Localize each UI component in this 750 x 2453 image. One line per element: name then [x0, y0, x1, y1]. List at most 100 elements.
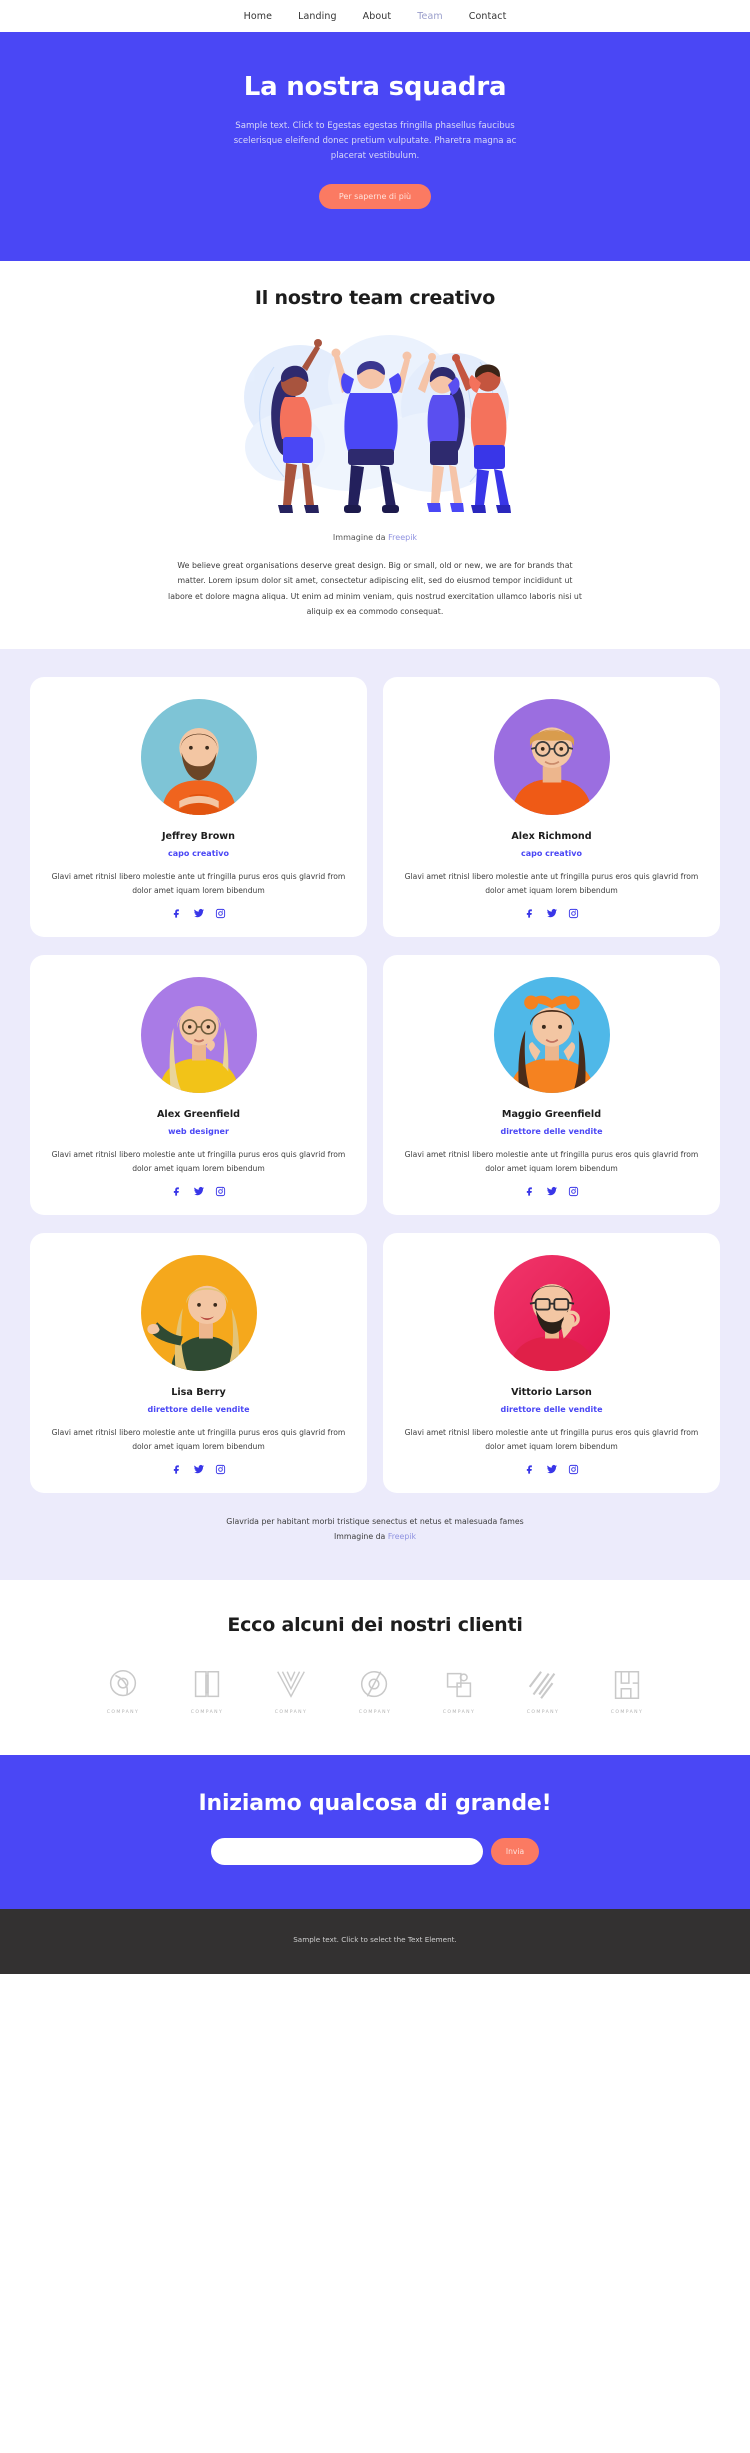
member-role: direttore delle vendite: [147, 1405, 250, 1415]
client-logo[interactable]: COMPANY: [260, 1666, 322, 1715]
team-footnote-credit-prefix: Immagine da: [334, 1531, 388, 1541]
social-links: [401, 1464, 702, 1475]
wave-icon: [277, 1671, 305, 1698]
avatar: [493, 698, 610, 815]
team-grid: Jeffrey Brown capo creativo Glavi amet r…: [30, 676, 720, 1494]
social-links: [48, 1464, 349, 1475]
team-member-card[interactable]: Alex Greenfield web designer Glavi amet …: [30, 955, 367, 1216]
twitter-icon[interactable]: [546, 1186, 558, 1197]
member-bio: Glavi amet ritnisl libero molestie ante …: [404, 871, 699, 895]
instagram-icon[interactable]: [568, 1186, 579, 1197]
client-caption: COMPANY: [610, 1710, 644, 1716]
client-logo[interactable]: COMPANY: [344, 1666, 406, 1715]
hero-subtitle: Sample text. Click to Egestas egestas fr…: [233, 121, 517, 162]
avatar: [493, 977, 610, 1093]
clients-title: Ecco alcuni dei nostri clienti: [227, 1614, 523, 1637]
member-role: direttore delle vendite: [500, 1405, 603, 1415]
twitter-icon[interactable]: [546, 908, 558, 919]
cta-title: Iniziamo qualcosa di grande!: [198, 1791, 552, 1817]
bracket-frame-icon: [614, 1670, 640, 1700]
diagonal-lines-icon: [528, 1671, 556, 1699]
footer-text: Sample text. Click to select the Text El…: [293, 1935, 457, 1945]
team-member-card[interactable]: Vittorio Larson direttore delle vendite …: [383, 1233, 720, 1494]
client-logo[interactable]: COMPANY: [428, 1666, 490, 1715]
client-logo[interactable]: COMPANY: [512, 1666, 574, 1715]
nav-item-team[interactable]: Team: [417, 11, 443, 22]
member-name: Alex Richmond: [511, 830, 592, 842]
client-logo[interactable]: COMPANY: [176, 1666, 238, 1715]
client-logo[interactable]: COMPANY: [92, 1666, 154, 1715]
illustration-credit: Immagine da Freepik: [0, 533, 750, 542]
twitter-icon[interactable]: [193, 1464, 205, 1475]
facebook-icon[interactable]: [525, 908, 536, 919]
member-bio: Glavi amet ritnisl libero molestie ante …: [51, 1428, 346, 1452]
client-logo[interactable]: COMPANY: [596, 1666, 658, 1715]
team-member-card[interactable]: Maggio Greenfield direttore delle vendit…: [383, 955, 720, 1216]
member-bio: Glavi amet ritnisl libero molestie ante …: [51, 1150, 346, 1174]
top-navigation: Home Landing About Team Contact: [0, 0, 750, 32]
creative-team-paragraph: We believe great organisations deserve g…: [168, 561, 582, 616]
avatar: [140, 698, 257, 815]
member-role: capo creativo: [168, 848, 229, 858]
social-links: [48, 1186, 349, 1197]
client-caption: COMPANY: [358, 1710, 392, 1716]
member-role: direttore delle vendite: [500, 1127, 603, 1136]
newsletter-form: Invia: [0, 1838, 750, 1866]
avatar: [493, 1255, 610, 1372]
team-footnote: Glavrida per habitant morbi tristique se…: [0, 1493, 750, 1570]
hero-cta-button[interactable]: Per saperne di più: [318, 184, 432, 210]
newsletter-cta-section: Iniziamo qualcosa di grande! Invia: [0, 1755, 750, 1910]
facebook-icon[interactable]: [172, 1464, 183, 1475]
newsletter-email-input[interactable]: [210, 1838, 483, 1866]
avatar: [140, 1255, 257, 1372]
page-footer: Sample text. Click to select the Text El…: [0, 1909, 750, 1975]
member-name: Lisa Berry: [171, 1387, 226, 1399]
team-member-card[interactable]: Lisa Berry direttore delle vendite Glavi…: [30, 1233, 367, 1494]
member-bio: Glavi amet ritnisl libero molestie ante …: [51, 871, 346, 895]
member-name: Vittorio Larson: [511, 1387, 592, 1399]
nav-item-landing[interactable]: Landing: [298, 11, 337, 22]
creative-team-title: Il nostro team creativo: [254, 287, 496, 310]
avatar: [140, 977, 257, 1093]
creative-team-section: Il nostro team creativo Immagine da Free…: [0, 261, 750, 649]
member-bio: Glavi amet ritnisl libero molestie ante …: [404, 1150, 699, 1174]
twitter-icon[interactable]: [546, 1464, 558, 1475]
instagram-icon[interactable]: [215, 1186, 226, 1197]
facebook-icon[interactable]: [172, 908, 183, 919]
square-dot-icon: [446, 1672, 472, 1698]
nav-item-contact[interactable]: Contact: [469, 11, 507, 22]
social-links: [401, 908, 702, 919]
social-links: [401, 1186, 702, 1197]
ring-icon: [109, 1670, 137, 1697]
client-caption: COMPANY: [106, 1710, 140, 1716]
clients-section: Ecco alcuni dei nostri clienti COMPANY C…: [0, 1580, 750, 1756]
credit-link-freepik[interactable]: Freepik: [388, 533, 417, 542]
twitter-icon[interactable]: [193, 908, 205, 919]
twitter-icon[interactable]: [193, 1186, 205, 1197]
newsletter-submit-button[interactable]: Invia: [490, 1838, 540, 1866]
client-logos-row: COMPANY COMPANY COMPANY COMPANY COMPANY …: [0, 1666, 750, 1715]
client-caption: COMPANY: [526, 1710, 560, 1716]
team-member-card[interactable]: Alex Richmond capo creativo Glavi amet r…: [383, 676, 720, 937]
instagram-icon[interactable]: [215, 908, 226, 919]
facebook-icon[interactable]: [525, 1464, 536, 1475]
facebook-icon[interactable]: [172, 1186, 183, 1197]
instagram-icon[interactable]: [568, 1464, 579, 1475]
instagram-icon[interactable]: [568, 908, 579, 919]
circle-slash-icon: [360, 1670, 388, 1698]
client-caption: COMPANY: [190, 1710, 224, 1716]
team-footnote-credit-link[interactable]: Freepik: [388, 1532, 416, 1541]
instagram-icon[interactable]: [215, 1464, 226, 1475]
social-links: [48, 908, 349, 919]
team-member-card[interactable]: Jeffrey Brown capo creativo Glavi amet r…: [30, 676, 367, 937]
team-footnote-line: Glavrida per habitant morbi tristique se…: [226, 1517, 524, 1527]
member-role: capo creativo: [521, 848, 582, 858]
team-members-section: Jeffrey Brown capo creativo Glavi amet r…: [0, 648, 750, 1581]
hero-title: La nostra squadra: [243, 72, 507, 102]
member-name: Alex Greenfield: [157, 1109, 240, 1120]
member-name: Maggio Greenfield: [501, 1109, 602, 1120]
nav-item-about[interactable]: About: [363, 11, 392, 22]
facebook-icon[interactable]: [525, 1186, 536, 1197]
nav-item-home[interactable]: Home: [244, 11, 272, 22]
credit-prefix: Immagine da: [332, 533, 389, 543]
